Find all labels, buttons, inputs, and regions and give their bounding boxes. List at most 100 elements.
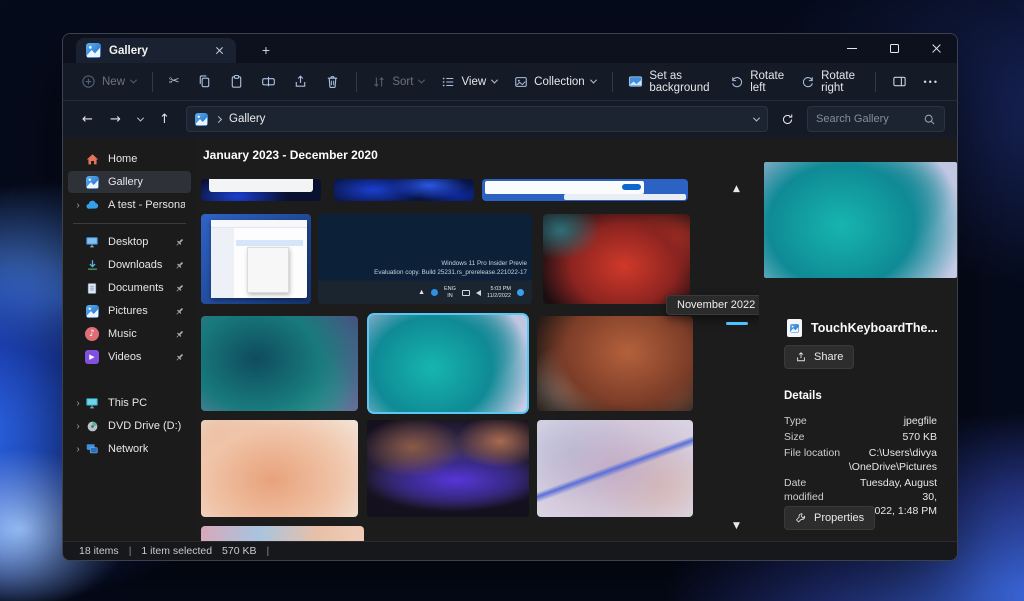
- sidebar-item-home[interactable]: Home: [68, 148, 191, 170]
- navigation-pane: Home Gallery › A test - Personal Desktop…: [63, 138, 196, 541]
- music-icon: ♪: [84, 326, 100, 342]
- close-button[interactable]: [915, 34, 957, 63]
- forward-button[interactable]: →: [103, 107, 128, 132]
- sidebar-item-this-pc[interactable]: › This PC: [68, 392, 191, 414]
- preview-image: [764, 162, 957, 278]
- scrubber-up-icon[interactable]: ▲: [733, 184, 740, 194]
- details-pane: TouchKeyboardThe... Share Details Type j…: [759, 138, 958, 541]
- thumbnail-wallpaper-teal-dark[interactable]: [201, 316, 358, 411]
- expand-chevron-icon[interactable]: ›: [72, 200, 84, 211]
- delete-button[interactable]: [317, 68, 348, 95]
- sidebar-item-gallery[interactable]: Gallery: [68, 171, 191, 193]
- date-range-header: January 2023 - December 2020: [203, 148, 378, 162]
- scrubber-tooltip: November 2022: [666, 295, 759, 315]
- see-more-button[interactable]: •••: [916, 71, 947, 93]
- expand-chevron-icon[interactable]: ›: [72, 421, 84, 432]
- thumbnail-desktop-screenshot[interactable]: Windows 11 Pro Insider Previe Evaluation…: [318, 214, 532, 304]
- share-label: Share: [814, 351, 843, 363]
- downloads-icon: [84, 257, 100, 273]
- address-dropdown-icon[interactable]: [753, 114, 760, 121]
- expand-chevron-icon[interactable]: ›: [72, 444, 84, 455]
- tab-close-icon[interactable]: [212, 43, 228, 59]
- recent-locations-button[interactable]: [131, 107, 149, 132]
- wrench-icon: [795, 512, 807, 524]
- gallery-grid: January 2023 - December 2020 Windows 11 …: [196, 138, 759, 543]
- scrubber-down-icon[interactable]: ▼: [733, 521, 740, 531]
- sidebar-item-downloads[interactable]: Downloads: [68, 254, 191, 276]
- sort-button[interactable]: Sort: [364, 69, 432, 95]
- refresh-button[interactable]: [775, 107, 800, 132]
- thumbnail-wallpaper-peach[interactable]: [201, 420, 358, 517]
- sidebar-item-onedrive[interactable]: › A test - Personal: [68, 194, 191, 216]
- view-button[interactable]: View: [433, 69, 505, 95]
- desktop: { "window": { "tab_title": "Gallery" }, …: [0, 0, 1024, 601]
- rotate-left-icon: [730, 75, 744, 89]
- tab-gallery[interactable]: Gallery: [76, 38, 236, 63]
- thumbnail-blue-fabric-partial[interactable]: [334, 179, 474, 201]
- copy-button[interactable]: [189, 68, 220, 95]
- rotate-right-button[interactable]: Rotate right: [793, 64, 867, 100]
- sidebar-item-documents[interactable]: Documents: [68, 277, 191, 299]
- onedrive-cloud-icon: [84, 197, 100, 213]
- videos-icon: ▶: [84, 349, 100, 365]
- address-bar: ← → ↑ Gallery: [63, 101, 957, 138]
- maximize-button[interactable]: [873, 34, 915, 63]
- collection-button[interactable]: Collection: [506, 69, 604, 95]
- status-bar: 18 items | 1 item selected 570 KB |: [63, 541, 957, 560]
- sort-label: Sort: [392, 76, 413, 88]
- rename-icon: [261, 74, 276, 89]
- new-plus-icon: [81, 74, 96, 89]
- up-button[interactable]: ↑: [152, 107, 177, 132]
- sidebar-item-pictures[interactable]: Pictures: [68, 300, 191, 322]
- minimize-button[interactable]: [831, 34, 873, 63]
- thumbnail-wallpaper-purple[interactable]: [367, 420, 529, 517]
- sidebar-item-desktop[interactable]: Desktop: [68, 231, 191, 253]
- paste-button[interactable]: [221, 68, 252, 95]
- rename-button[interactable]: [253, 68, 284, 95]
- sidebar-item-dvd-drive[interactable]: › DVD Drive (D:) CCC: [68, 415, 191, 437]
- copy-icon: [197, 74, 212, 89]
- set-as-background-button[interactable]: Set as background: [620, 64, 721, 100]
- thumbnail-screenshot-partial-1[interactable]: [201, 179, 321, 201]
- preview-pane-button[interactable]: [884, 68, 915, 95]
- cut-button[interactable]: ✂: [161, 68, 188, 95]
- detail-row-type: Type jpegfile: [784, 414, 937, 428]
- sidebar-item-music[interactable]: ♪ Music: [68, 323, 191, 345]
- thumbnail-wallpaper-red[interactable]: [543, 214, 690, 304]
- detail-row-file-location: File location C:\Users\divya\OneDrive\Pi…: [784, 446, 937, 474]
- pin-icon: [174, 283, 185, 294]
- selected-filename: TouchKeyboardThe...: [811, 321, 938, 335]
- breadcrumb[interactable]: Gallery: [229, 113, 265, 125]
- selection-count: 1 item selected: [141, 545, 212, 557]
- gallery-breadcrumb-icon: [195, 113, 208, 126]
- back-button[interactable]: ←: [75, 107, 100, 132]
- search-input[interactable]: [816, 113, 923, 125]
- collection-icon: [514, 75, 528, 89]
- expand-chevron-icon[interactable]: ›: [72, 398, 84, 409]
- thumbnail-wallpaper-teal-selected[interactable]: [367, 313, 529, 414]
- thumbnail-explorer-screenshot[interactable]: [201, 214, 311, 304]
- mini-taskbar: ▲ ENGIN 5:03 PM11/2/2022: [318, 281, 532, 304]
- view-label: View: [461, 76, 486, 88]
- sort-icon: [372, 75, 386, 89]
- new-button[interactable]: New: [73, 68, 144, 95]
- gallery-icon: [84, 174, 100, 190]
- new-tab-button[interactable]: +: [255, 40, 277, 60]
- sidebar-item-network[interactable]: › Network: [68, 438, 191, 460]
- rotate-left-button[interactable]: Rotate left: [722, 64, 792, 100]
- collection-label: Collection: [534, 76, 585, 88]
- share-button[interactable]: Share: [784, 345, 854, 369]
- thumbnail-settings-screenshot-partial[interactable]: [482, 179, 688, 201]
- selection-size: 570 KB: [222, 545, 256, 557]
- rotate-right-icon: [801, 75, 815, 89]
- scrubber-handle[interactable]: [726, 322, 748, 325]
- thumbnail-wallpaper-lavender[interactable]: [537, 420, 693, 517]
- thumbnail-wallpaper-copper[interactable]: [537, 316, 693, 411]
- sidebar-item-videos[interactable]: ▶ Videos: [68, 346, 191, 368]
- share-button-toolbar[interactable]: [285, 68, 316, 95]
- pin-icon: [174, 306, 185, 317]
- properties-button[interactable]: Properties: [784, 506, 875, 530]
- pin-icon: [174, 329, 185, 340]
- address-field[interactable]: Gallery: [186, 106, 768, 132]
- file-explorer-window: Gallery + New ✂ Sort View: [62, 33, 958, 561]
